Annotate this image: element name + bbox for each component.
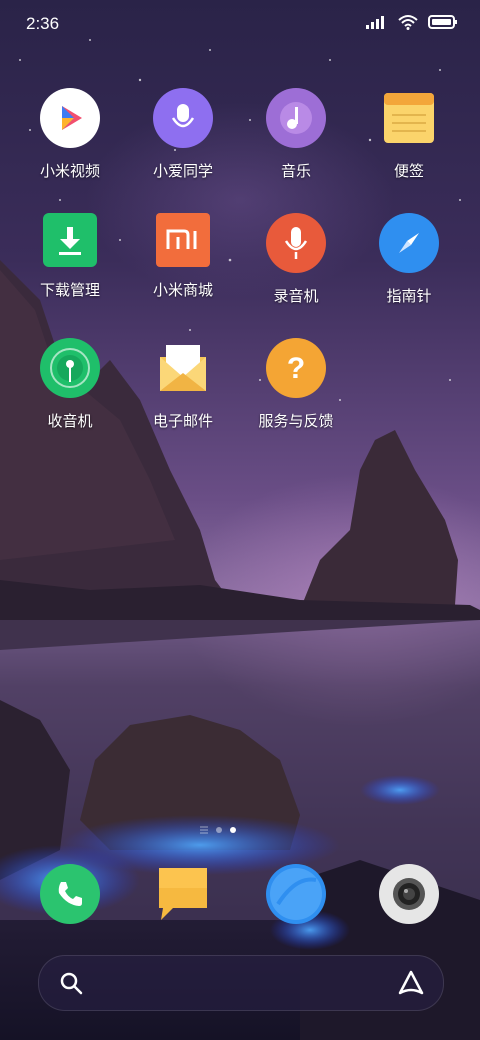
app-mi-store[interactable]: 小米商城 [128, 213, 238, 300]
app-label: 指南针 [386, 287, 432, 305]
browser-icon [266, 864, 326, 924]
app-compass[interactable]: 指南针 [354, 213, 464, 306]
compass-icon [379, 213, 439, 273]
app-notes[interactable]: 便签 [354, 88, 464, 181]
app-radio[interactable]: 收音机 [15, 338, 125, 431]
battery-icon [428, 15, 457, 29]
search-bar[interactable] [38, 955, 444, 1011]
app-downloads[interactable]: 下载管理 [15, 213, 125, 300]
download-icon [43, 213, 97, 267]
notes-icon [379, 88, 439, 148]
camera-icon [379, 864, 439, 924]
app-mail[interactable]: 电子邮件 [128, 338, 238, 431]
home-list-icon [200, 826, 208, 834]
app-label: 小爱同学 [152, 162, 213, 180]
radio-icon [40, 338, 100, 398]
app-label: 录音机 [273, 287, 319, 305]
dock-messages[interactable] [128, 864, 238, 924]
app-label: 小米商城 [152, 281, 213, 299]
page-indicator [200, 826, 236, 834]
microphone-icon [266, 213, 326, 273]
app-label: 便签 [393, 162, 424, 180]
app-xiaoai[interactable]: 小爱同学 [128, 88, 238, 181]
page-dot-active[interactable] [230, 827, 236, 833]
dock-phone[interactable] [15, 864, 125, 924]
status-icons [366, 14, 458, 30]
app-music[interactable]: 音乐 [241, 88, 351, 181]
help-icon: ? [266, 338, 326, 398]
mi-store-icon [156, 213, 210, 267]
app-label: 电子邮件 [152, 412, 213, 430]
music-note-icon [266, 88, 326, 148]
app-label: 服务与反馈 [258, 412, 334, 430]
status-bar: 2:36 [0, 0, 480, 50]
page-dot[interactable] [216, 827, 222, 833]
dock [0, 860, 480, 930]
clock: 2:36 [26, 14, 60, 33]
video-play-icon [40, 88, 100, 148]
wifi-icon [398, 15, 418, 30]
mic-assistant-icon [153, 88, 213, 148]
app-mi-video[interactable]: 小米视频 [15, 88, 125, 181]
dock-browser[interactable] [241, 864, 351, 924]
mail-icon [153, 338, 213, 398]
svg-text:?: ? [287, 352, 305, 385]
app-recorder[interactable]: 录音机 [241, 213, 351, 306]
app-label: 小米视频 [39, 162, 100, 180]
search-icon[interactable] [59, 971, 83, 995]
messages-icon [153, 864, 213, 924]
assistant-icon[interactable] [397, 969, 425, 997]
dock-camera[interactable] [354, 864, 464, 924]
signal-bars-icon [366, 16, 384, 29]
app-label: 音乐 [280, 162, 311, 180]
app-label: 收音机 [47, 412, 93, 430]
app-label: 下载管理 [39, 281, 100, 299]
app-service-feedback[interactable]: ? 服务与反馈 [241, 338, 351, 431]
phone-icon [40, 864, 100, 924]
